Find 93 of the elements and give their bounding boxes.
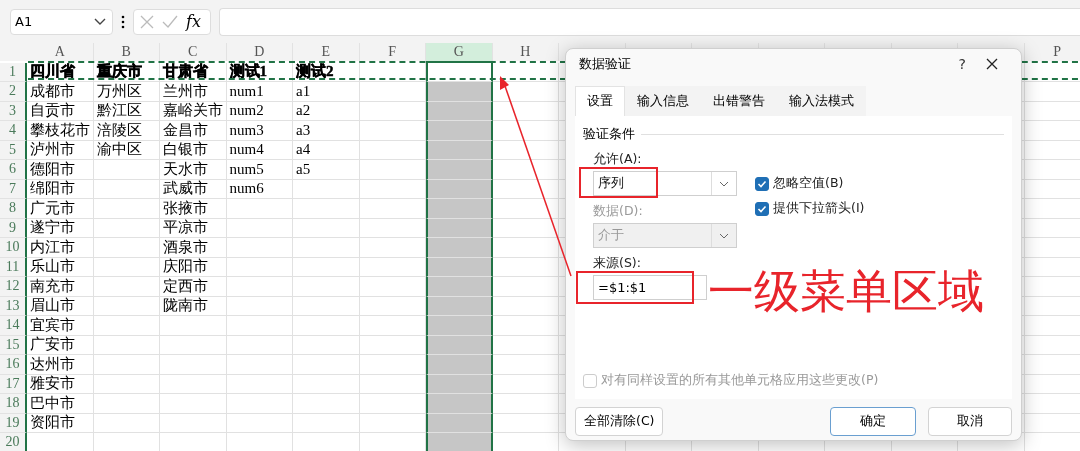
table-cell: num5 xyxy=(226,160,293,180)
annotation-text: 一级菜单区域 xyxy=(708,264,984,320)
checkbox[interactable] xyxy=(755,176,769,191)
table-cell: a3 xyxy=(293,121,360,141)
table-cell: 武威市 xyxy=(160,179,227,199)
tab[interactable]: 输入法模式 xyxy=(777,86,866,116)
table-cell: 自贡市 xyxy=(27,101,94,121)
source-field[interactable]: =$1:$1 xyxy=(593,275,707,300)
table-cell: 定西市 xyxy=(160,277,227,297)
row-header[interactable]: 1 xyxy=(0,62,27,82)
tab[interactable]: 输入信息 xyxy=(625,86,701,116)
tab[interactable]: 出错警告 xyxy=(701,86,777,116)
table-cell: num3 xyxy=(226,121,293,141)
help-button[interactable]: ? xyxy=(958,56,966,72)
dialog-button[interactable]: 全部清除(C) xyxy=(575,407,664,436)
close-icon[interactable] xyxy=(986,58,998,70)
column-header[interactable]: G xyxy=(426,43,493,63)
insert-function-button[interactable]: fx xyxy=(186,12,201,31)
row-header[interactable]: 2 xyxy=(0,82,27,102)
row-header[interactable]: 10 xyxy=(0,238,27,258)
column-header[interactable]: B xyxy=(93,43,160,61)
checkbox[interactable] xyxy=(755,201,769,216)
column-header[interactable]: D xyxy=(226,43,293,61)
checkmark-icon xyxy=(757,203,767,214)
table-cell: 金昌市 xyxy=(160,121,227,141)
table-cell: 测试2 xyxy=(293,62,360,82)
table-cell: a4 xyxy=(293,140,360,160)
table-cell: 泸州市 xyxy=(27,140,94,160)
row-header[interactable]: 6 xyxy=(0,160,27,180)
checkbox-label: 提供下拉箭头(I) xyxy=(773,200,865,217)
name-box[interactable]: A1 xyxy=(10,8,113,35)
table-cell: 南充市 xyxy=(27,277,94,297)
table-cell: 乐山市 xyxy=(27,257,94,277)
field-label: 数据(D): xyxy=(593,203,643,220)
window-title: 数据验证 xyxy=(578,55,632,73)
column-header[interactable]: E xyxy=(293,43,360,61)
section-title: 验证条件 xyxy=(583,126,635,143)
table-cell: 庆阳市 xyxy=(160,257,227,277)
table-cell: 兰州市 xyxy=(160,82,227,102)
table-cell: 天水市 xyxy=(160,160,227,180)
formula-field[interactable] xyxy=(219,7,1080,36)
field-label: 来源(S): xyxy=(593,255,641,272)
row-header[interactable]: 8 xyxy=(0,199,27,219)
table-cell: 绵阳市 xyxy=(27,179,94,199)
row-header[interactable]: 4 xyxy=(0,121,27,141)
table-cell: 万州区 xyxy=(93,82,160,102)
row-header[interactable]: 14 xyxy=(0,316,27,336)
checkbox-label: 对有同样设置的所有其他单元格应用这些更改(P) xyxy=(601,372,879,389)
table-cell: 雅安市 xyxy=(27,374,94,394)
table-cell: 攀枝花市 xyxy=(27,121,94,141)
allow-dropdown[interactable]: 序列 xyxy=(593,171,737,196)
checkmark-icon[interactable] xyxy=(162,14,178,29)
table-cell: 成都市 xyxy=(27,82,94,102)
column-header[interactable]: A xyxy=(27,43,94,61)
table-cell: 资阳市 xyxy=(27,413,94,433)
table-cell: 白银市 xyxy=(160,140,227,160)
chevron-down-icon xyxy=(94,17,106,26)
row-header[interactable]: 20 xyxy=(0,433,27,451)
row-header[interactable]: 18 xyxy=(0,394,27,414)
checkbox-label: 忽略空值(B) xyxy=(773,175,844,192)
dialog-button[interactable]: 确定 xyxy=(830,407,916,436)
table-cell: 广元市 xyxy=(27,199,94,219)
table-cell: a5 xyxy=(293,160,360,180)
table-cell: 平凉市 xyxy=(160,218,227,238)
column-header[interactable]: P xyxy=(1024,43,1080,61)
table-cell: 巴中市 xyxy=(27,394,94,414)
table-cell: 眉山市 xyxy=(27,296,94,316)
table-cell: 甘肃省 xyxy=(160,62,227,82)
table-cell: 内江市 xyxy=(27,238,94,258)
tab[interactable]: 设置 xyxy=(575,86,625,116)
dialog-button[interactable]: 取消 xyxy=(928,407,1012,436)
column-header[interactable]: H xyxy=(492,43,559,61)
more-icon[interactable] xyxy=(121,14,125,29)
table-cell: 遂宁市 xyxy=(27,218,94,238)
column-header[interactable]: C xyxy=(160,43,227,61)
table-cell: a1 xyxy=(293,82,360,102)
row-header[interactable]: 12 xyxy=(0,277,27,297)
table-cell: 嘉峪关市 xyxy=(160,101,227,121)
table-cell: 德阳市 xyxy=(27,160,94,180)
field-label: 允许(A): xyxy=(593,151,642,168)
table-cell: 宜宾市 xyxy=(27,316,94,336)
table-cell: a2 xyxy=(293,101,360,121)
table-cell: 广安市 xyxy=(27,335,94,355)
table-cell: 涪陵区 xyxy=(93,121,160,141)
table-cell: 张掖市 xyxy=(160,199,227,219)
cancel-icon[interactable] xyxy=(140,14,154,29)
column-header[interactable]: F xyxy=(359,43,426,61)
table-cell: 酒泉市 xyxy=(160,238,227,258)
checkmark-icon xyxy=(757,178,767,189)
row-header[interactable]: 16 xyxy=(0,355,27,375)
table-cell: num1 xyxy=(226,82,293,102)
table-cell: 达州市 xyxy=(27,355,94,375)
table-cell: 陇南市 xyxy=(160,296,227,316)
